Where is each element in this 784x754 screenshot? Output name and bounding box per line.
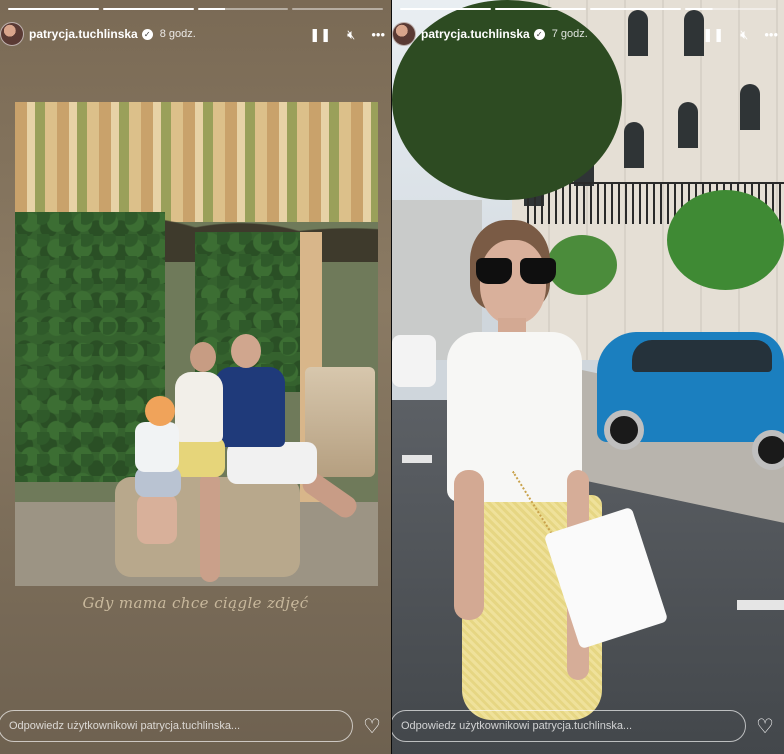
story-panel-left[interactable]: patrycja.tuchlinska ✓ 8 godz. ❚❚ 🔇︎ ••• … — [0, 0, 391, 754]
woman-legs — [200, 472, 220, 582]
progress-segment — [590, 8, 681, 10]
progress-segment — [8, 8, 99, 10]
progress-segment — [495, 8, 586, 10]
tree — [667, 190, 784, 290]
mute-icon[interactable]: 🔇︎ — [347, 28, 355, 41]
time-ago: 8 godz. — [159, 28, 196, 40]
man-shirt — [215, 367, 285, 447]
building-window — [624, 122, 644, 168]
story-progress-bar — [8, 8, 383, 10]
pause-icon[interactable]: ❚❚ — [309, 28, 331, 41]
reply-bar: ♡ — [392, 708, 784, 744]
more-icon[interactable]: ••• — [371, 28, 385, 41]
avatar[interactable] — [392, 22, 416, 46]
story-header: patrycja.tuchlinska ✓ 7 godz. ❚❚ 🔇︎ ••• — [392, 20, 784, 48]
reply-bar: ♡ — [0, 708, 391, 744]
progress-segment — [102, 8, 194, 10]
road-marking — [737, 600, 784, 610]
verified-badge-icon: ✓ — [141, 28, 153, 40]
car-wheel — [604, 410, 644, 450]
progress-segment — [400, 8, 491, 10]
reply-input[interactable] — [392, 710, 746, 742]
child-face-sticker — [145, 396, 175, 426]
story-photo — [15, 102, 378, 586]
story-panel-right[interactable]: patrycja.tuchlinska ✓ 7 godz. ❚❚ 🔇︎ ••• … — [392, 0, 784, 754]
username[interactable]: patrycja.tuchlinska — [29, 27, 138, 41]
more-icon[interactable]: ••• — [764, 28, 778, 41]
child-shirt — [135, 422, 179, 472]
car-window — [632, 340, 772, 372]
man-head — [231, 334, 261, 368]
white-car — [392, 335, 436, 387]
car-wheel — [752, 430, 784, 470]
woman-head — [190, 342, 216, 372]
man-shorts — [227, 442, 317, 484]
building-window — [740, 84, 760, 130]
woman-arm — [454, 470, 484, 620]
story-header: patrycja.tuchlinska ✓ 8 godz. ❚❚ 🔇︎ ••• — [0, 20, 391, 48]
avatar[interactable] — [0, 22, 24, 46]
pause-icon[interactable]: ❚❚ — [702, 28, 724, 41]
ornate-arch — [15, 102, 378, 262]
mute-icon[interactable]: 🔇︎ — [740, 28, 748, 41]
progress-segment — [197, 8, 289, 10]
woman-top — [175, 372, 223, 442]
time-ago: 7 godz. — [551, 28, 588, 40]
heart-icon[interactable]: ♡ — [359, 714, 385, 739]
verified-badge-icon: ✓ — [533, 28, 545, 40]
story-caption: Gdy mama chce ciągle zdjęć — [82, 594, 309, 612]
reply-input[interactable] — [0, 710, 353, 742]
sunglasses — [476, 258, 562, 284]
heart-icon[interactable]: ♡ — [752, 714, 778, 739]
progress-segment — [292, 8, 383, 10]
road-marking — [402, 455, 432, 463]
progress-segment — [685, 8, 776, 10]
building-window — [678, 102, 698, 148]
woman-skirt — [173, 437, 225, 477]
child-legs — [137, 494, 177, 544]
story-progress-bar — [400, 8, 776, 10]
username[interactable]: patrycja.tuchlinska — [421, 27, 530, 41]
